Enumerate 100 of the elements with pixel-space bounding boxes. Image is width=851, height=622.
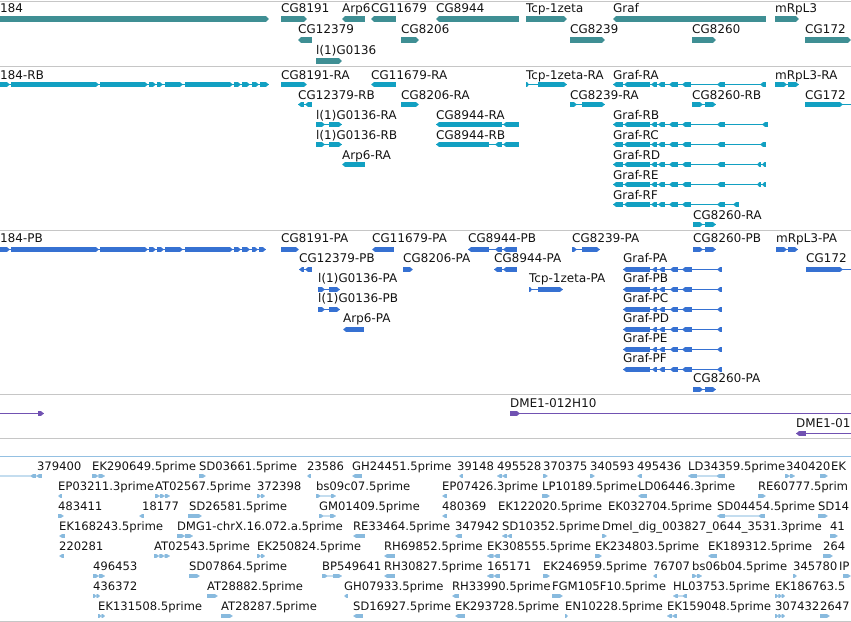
est-label: 436372 (93, 580, 138, 593)
est-label: EK246959.5prime (543, 560, 648, 573)
est-label: SD16927.5prime (353, 600, 452, 613)
transcript-label: l(1)G0136-RB (316, 128, 398, 142)
gene-label: CG8944 (436, 0, 484, 15)
est-label: LP10189.5prime (542, 480, 638, 493)
gene-label: Tcp-1zeta (526, 0, 584, 15)
est-label: 370375 (543, 460, 588, 473)
est-label: EP07426.3prime (442, 480, 538, 493)
est-label: 23586 (307, 460, 344, 473)
est-label: SD14 (818, 500, 850, 513)
est-label: GM01409.5prime (319, 500, 420, 513)
gene-label: CG12379 (298, 22, 354, 36)
transcript-label: CG12379-RB (298, 88, 375, 102)
est-label: EN10228.5prime (565, 600, 663, 613)
est-label: AT28287.5prime (221, 600, 317, 613)
est-label: 495528 (497, 460, 542, 473)
est-label: 2647 (820, 600, 850, 613)
transcript-label: mRpL3-RA (775, 68, 838, 82)
protein-label: CG8944-PB (468, 230, 536, 245)
protein-label: CG172 (806, 250, 847, 265)
protein-label: Graf-PB (623, 270, 668, 285)
gene-label: CG8191 (281, 0, 330, 15)
protein-label: CG8944-PA (494, 250, 562, 265)
est-label: EK293728.5prime (455, 600, 560, 613)
est-label: DMG1-chrX.16.072.a.5prime (177, 520, 343, 533)
protein-label: CG11679-PA (372, 230, 447, 245)
transcript-label: CG172 (805, 88, 846, 102)
est-label: 347942 (455, 520, 500, 533)
protein-label: CG8206-PA (403, 250, 470, 265)
est-label: AT28882.5prime (207, 580, 303, 593)
est-label: SD04454.5prime (717, 500, 816, 513)
est-label: 340593 (590, 460, 634, 473)
est-label: bs06b04.5prime (692, 560, 788, 573)
est-label: 76707 (653, 560, 690, 573)
protein-label: CG8239-PA (572, 230, 640, 245)
transcript-label: Graf-RA (613, 68, 659, 82)
protein-label: l(1)G0136-PB (318, 290, 398, 305)
est-label: EK250824.5prime (257, 540, 362, 553)
est-label: AT02567.5prime (155, 480, 251, 493)
protein-label: Arp6-PA (343, 310, 390, 325)
est-label: 220281 (59, 540, 104, 553)
protein-label: Graf-PC (623, 290, 668, 305)
gene-label: CG11679 (371, 0, 427, 15)
est-label: 379400 (37, 460, 82, 473)
est-label: EK308555.5prime (487, 540, 592, 553)
est-label: 307432 (775, 600, 820, 613)
clone-label: DME1-01 (796, 416, 850, 430)
transcript-label: CG11679-RA (371, 68, 448, 82)
est-label: 480369 (442, 500, 486, 513)
protein-label: 184-PB (0, 230, 43, 245)
est-label: HL03753.5prime (673, 580, 770, 593)
est-label: RH30827.5prime (384, 560, 482, 573)
protein-label: Graf-PF (623, 350, 667, 365)
gene-label: CG8206 (401, 22, 450, 36)
gene-label: CG172 (805, 22, 846, 36)
gene-label: l(1)G0136 (316, 42, 376, 57)
transcript-label: Graf-RF (613, 188, 658, 202)
transcript-label: Graf-RD (613, 148, 660, 162)
gene-label: 184 (0, 0, 23, 15)
transcript-label: CG8260-RB (692, 88, 762, 102)
est-label: FGM105F10.5prime (552, 580, 666, 593)
transcript-label: CG8944-RA (436, 108, 505, 122)
protein-label: Graf-PD (623, 310, 669, 325)
est-label: SD07864.5prime (189, 560, 288, 573)
transcript-label: CG8239-RA (570, 88, 639, 102)
est-label: BP549641 (322, 560, 382, 573)
protein-label: mRpL3-PA (776, 230, 837, 245)
est-label: RH33990.5prime (452, 580, 550, 593)
est-label: SD03661.5prime (199, 460, 298, 473)
gene-label: Arp6 (342, 0, 370, 15)
gene-label: CG8239 (570, 22, 618, 36)
transcript-label: Graf-RB (613, 108, 660, 122)
est-label: LD34359.5prime (688, 460, 786, 473)
gene-label: CG8260 (692, 22, 740, 36)
est-label: LD06446.3prime (638, 480, 736, 493)
transcript-label: 184-RB (0, 68, 44, 82)
gene-label: Graf (613, 0, 639, 15)
transcript-label: Arp6-RA (342, 148, 391, 162)
est-label: EK189312.5prime (708, 540, 812, 553)
transcript-label: Tcp-1zeta-RA (526, 68, 604, 82)
est-label: RH69852.5prime (384, 540, 482, 553)
protein-label: CG12379-PB (299, 250, 375, 265)
est-label: 345780 (793, 560, 838, 573)
transcript-label: CG8206-RA (401, 88, 470, 102)
protein-label: CG8191-PA (281, 230, 348, 245)
est-label: 483411 (58, 500, 102, 513)
est-label: 372398 (257, 480, 302, 493)
est-label: 264 (823, 540, 846, 553)
est-label: bs09c07.5prime (316, 480, 410, 493)
est-label: EP03211.3prime (58, 480, 154, 493)
est-label: EK (831, 460, 846, 473)
est-label: 495436 (637, 460, 682, 473)
est-label: EK234803.5prime (595, 540, 700, 553)
protein-label: CG8260-PA (693, 370, 760, 385)
est-label: SD10352.5prime (502, 520, 600, 533)
est-label: Dmel_dig_003827_0644_3531.3prime (602, 520, 822, 533)
protein-label: CG8260-PB (693, 230, 762, 245)
est-label: EK159048.5prime (667, 600, 772, 613)
protein-label: Graf-PE (623, 330, 668, 345)
